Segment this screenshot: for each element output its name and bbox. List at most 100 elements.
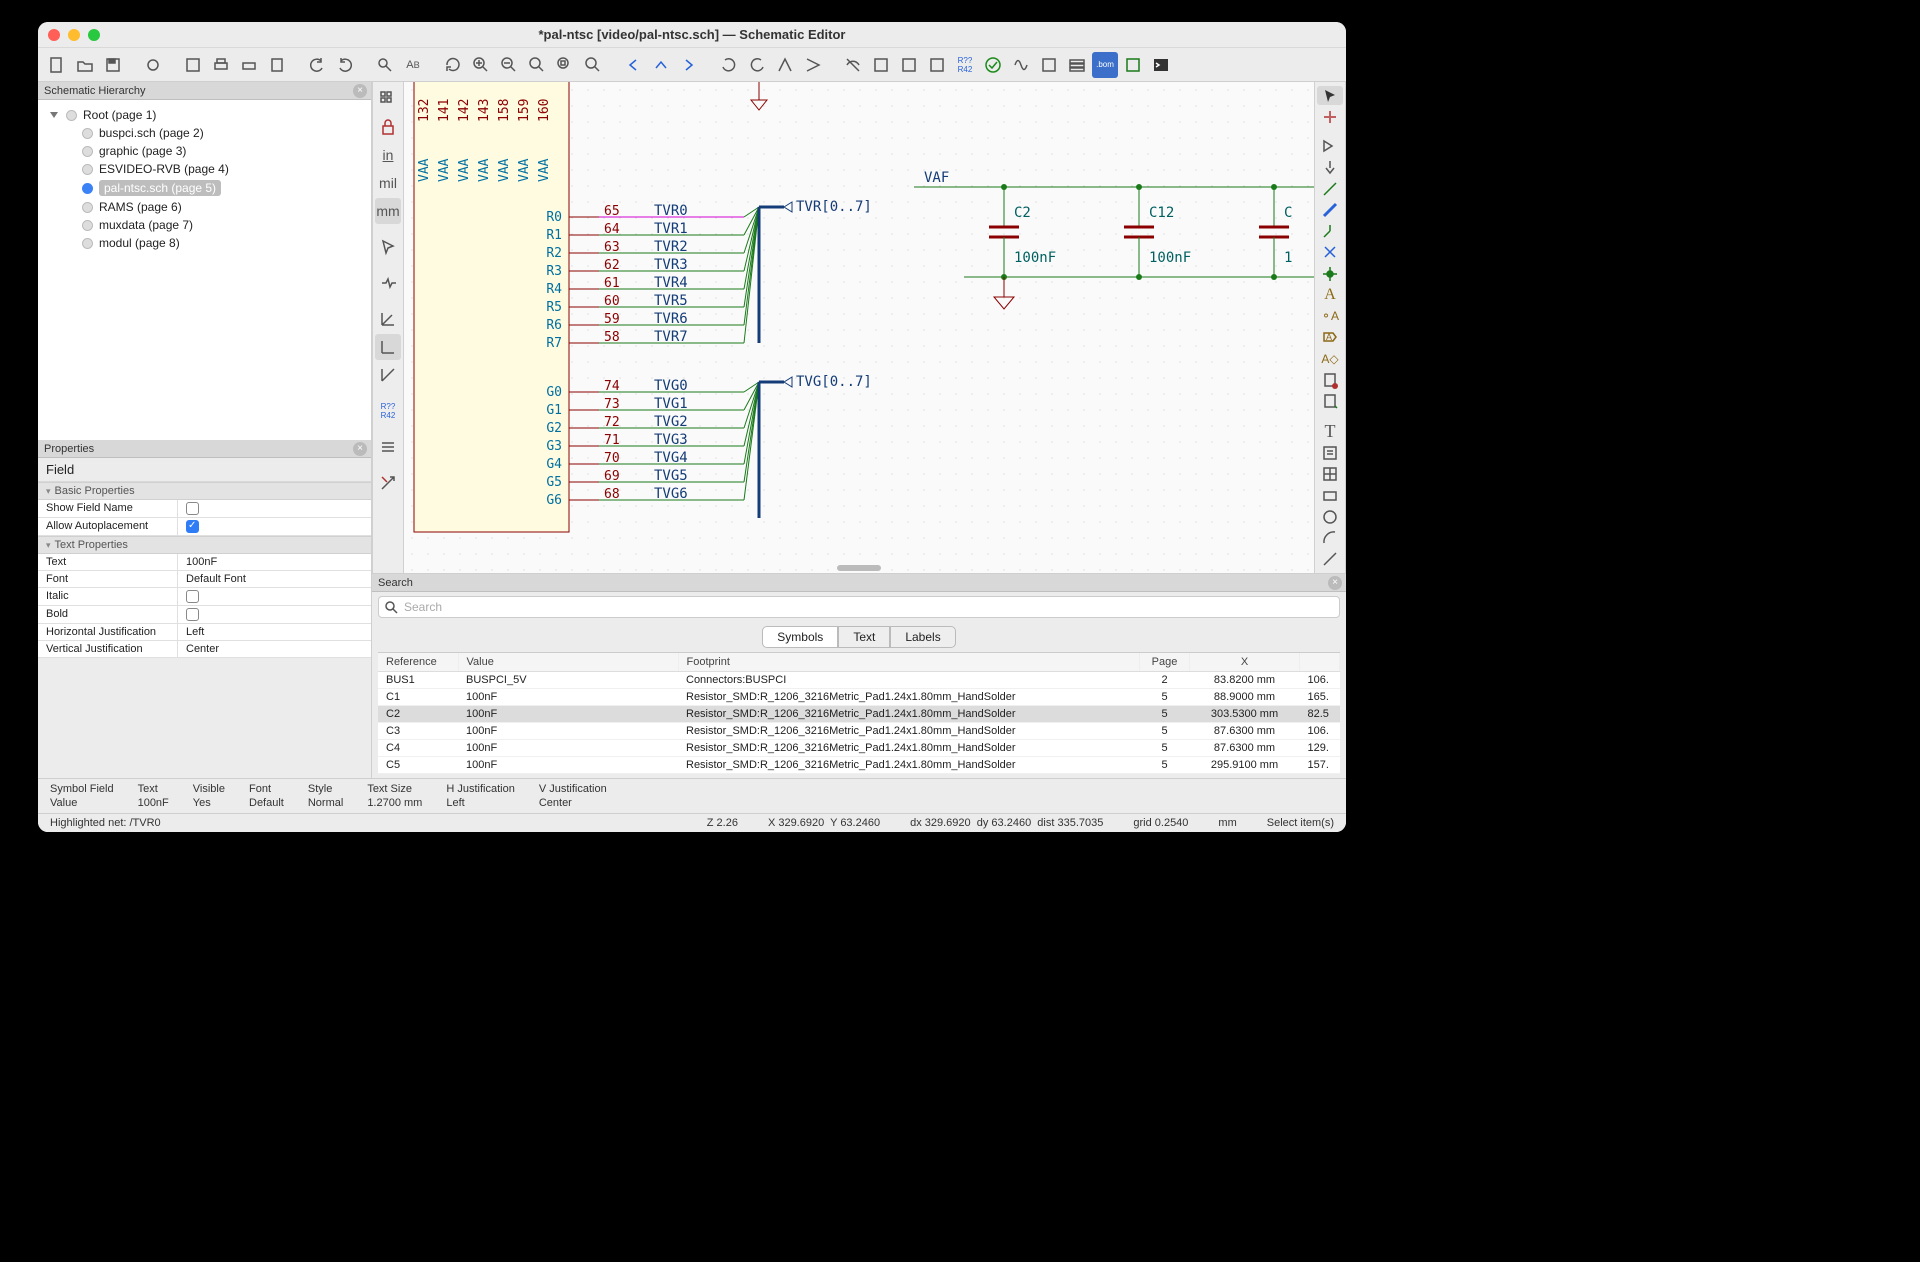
font-value[interactable]: Default Font	[178, 571, 371, 587]
schematic-canvas[interactable]: 132VAA141VAA142VAA143VAA158VAA159VAA160V…	[404, 82, 1314, 573]
add-junction-icon[interactable]	[1317, 264, 1343, 283]
zoom-out-icon[interactable]	[496, 52, 522, 78]
rotate-cw-icon[interactable]	[744, 52, 770, 78]
table-row[interactable]: C1100nFResistor_SMD:R_1206_3216Metric_Pa…	[378, 689, 1340, 706]
panel-resize-handle[interactable]	[837, 565, 881, 571]
select-tool-icon[interactable]	[1317, 86, 1343, 105]
nav-back-icon[interactable]	[620, 52, 646, 78]
orthogonal-icon[interactable]	[375, 334, 401, 360]
add-arc-icon[interactable]	[1317, 529, 1343, 548]
annotate-icon[interactable]	[896, 52, 922, 78]
table-row[interactable]: BUS1BUSPCI_5VConnectors:BUSPCI283.8200 m…	[378, 672, 1340, 689]
text-properties-group[interactable]: Text Properties	[38, 536, 371, 554]
show-field-name-checkbox[interactable]	[186, 502, 199, 515]
hidden-pins-icon[interactable]	[375, 270, 401, 296]
find-replace-icon[interactable]: AB	[400, 52, 426, 78]
add-wire-icon[interactable]	[1317, 179, 1343, 198]
sync-sheet-pins-icon[interactable]	[1317, 391, 1343, 410]
undo-icon[interactable]	[304, 52, 330, 78]
zoom-fit-icon[interactable]	[524, 52, 550, 78]
mirror-h-icon[interactable]	[800, 52, 826, 78]
add-label-icon[interactable]: A	[1317, 285, 1343, 304]
symbol-fields-icon[interactable]	[1064, 52, 1090, 78]
table-row[interactable]: C4100nFResistor_SMD:R_1206_3216Metric_Pa…	[378, 740, 1340, 757]
cursor-shape-icon[interactable]	[375, 234, 401, 260]
tab-text[interactable]: Text	[838, 626, 890, 648]
annotate-icon[interactable]: R??R42	[375, 398, 401, 424]
paste-icon[interactable]	[264, 52, 290, 78]
add-sheet-icon[interactable]	[1317, 370, 1343, 389]
hierarchy-item[interactable]: buspci.sch (page 2)	[42, 124, 367, 142]
close-icon[interactable]: ×	[353, 84, 367, 98]
hierarchy-item[interactable]: pal-ntsc.sch (page 5)	[42, 178, 367, 198]
h-justification-value[interactable]: Left	[178, 624, 371, 640]
open-file-icon[interactable]	[72, 52, 98, 78]
zoom-objects-icon[interactable]	[552, 52, 578, 78]
redo-icon[interactable]	[332, 52, 358, 78]
hierarchy-root[interactable]: Root (page 1)	[42, 106, 367, 124]
hierarchy-item[interactable]: RAMS (page 6)	[42, 198, 367, 216]
add-text-icon[interactable]: T	[1317, 421, 1343, 442]
italic-checkbox[interactable]	[186, 590, 199, 603]
text-value[interactable]: 100nF	[178, 554, 371, 570]
45deg-icon[interactable]	[375, 362, 401, 388]
add-noconnect-icon[interactable]	[1317, 243, 1343, 262]
erc-icon[interactable]	[980, 52, 1006, 78]
add-table-icon[interactable]	[1317, 465, 1343, 484]
add-bus-entry-icon[interactable]	[1317, 221, 1343, 240]
preferences-icon[interactable]	[375, 470, 401, 496]
add-symbol-icon[interactable]	[1317, 136, 1343, 155]
lock-icon[interactable]	[375, 114, 401, 140]
ref-designators-icon[interactable]: R??R42	[952, 52, 978, 78]
add-rect-icon[interactable]	[1317, 486, 1343, 505]
mm-button[interactable]: mm	[375, 198, 401, 224]
tab-symbols[interactable]: Symbols	[762, 626, 838, 648]
bold-checkbox[interactable]	[186, 608, 199, 621]
hierarchy-item[interactable]: modul (page 8)	[42, 234, 367, 252]
new-file-icon[interactable]	[44, 52, 70, 78]
table-row[interactable]: C2100nFResistor_SMD:R_1206_3216Metric_Pa…	[378, 706, 1340, 723]
table-row[interactable]: C5100nFResistor_SMD:R_1206_3216Metric_Pa…	[378, 757, 1340, 774]
nav-up-icon[interactable]	[648, 52, 674, 78]
schematic-setup-icon[interactable]	[140, 52, 166, 78]
zoom-in-icon[interactable]	[468, 52, 494, 78]
allow-autoplacement-checkbox[interactable]	[186, 520, 199, 533]
toggle-hidden-pins-icon[interactable]	[840, 52, 866, 78]
add-line-icon[interactable]	[1317, 550, 1343, 569]
save-file-icon[interactable]	[100, 52, 126, 78]
op-point-icon[interactable]	[375, 434, 401, 460]
add-bus-icon[interactable]	[1317, 200, 1343, 219]
scripting-console-icon[interactable]	[1148, 52, 1174, 78]
find-icon[interactable]	[372, 52, 398, 78]
v-justification-value[interactable]: Center	[178, 641, 371, 657]
search-input[interactable]: Search	[378, 596, 1340, 618]
table-row[interactable]: C3100nFResistor_SMD:R_1206_3216Metric_Pa…	[378, 723, 1340, 740]
add-netclass-icon[interactable]: ⚬A	[1317, 306, 1343, 325]
add-power-icon[interactable]	[1317, 158, 1343, 177]
close-icon[interactable]: ×	[1328, 576, 1342, 590]
nav-forward-icon[interactable]	[676, 52, 702, 78]
add-global-label-icon[interactable]: A	[1317, 328, 1343, 347]
tab-labels[interactable]: Labels	[890, 626, 955, 648]
print-icon[interactable]	[208, 52, 234, 78]
symbol-editor-icon[interactable]	[868, 52, 894, 78]
bom-icon[interactable]: .bom	[1092, 52, 1118, 78]
plot-icon[interactable]	[236, 52, 262, 78]
add-circle-icon[interactable]	[1317, 507, 1343, 526]
zoom-selection-icon[interactable]	[580, 52, 606, 78]
highlight-net-icon[interactable]	[1317, 107, 1343, 126]
inches-button[interactable]: in	[375, 142, 401, 168]
mirror-v-icon[interactable]	[772, 52, 798, 78]
hierarchy-item[interactable]: graphic (page 3)	[42, 142, 367, 160]
basic-properties-group[interactable]: Basic Properties	[38, 482, 371, 500]
pcb-editor-icon[interactable]	[1120, 52, 1146, 78]
hierarchy-item[interactable]: muxdata (page 7)	[42, 216, 367, 234]
grid-icon[interactable]	[375, 86, 401, 112]
close-icon[interactable]: ×	[353, 442, 367, 456]
rotate-ccw-icon[interactable]	[716, 52, 742, 78]
simulator-icon[interactable]	[1008, 52, 1034, 78]
hierarchy-item[interactable]: ESVIDEO-RVB (page 4)	[42, 160, 367, 178]
mils-button[interactable]: mil	[375, 170, 401, 196]
refresh-icon[interactable]	[440, 52, 466, 78]
search-results-table[interactable]: Reference Value Footprint Page X BUS1BUS…	[378, 652, 1340, 774]
